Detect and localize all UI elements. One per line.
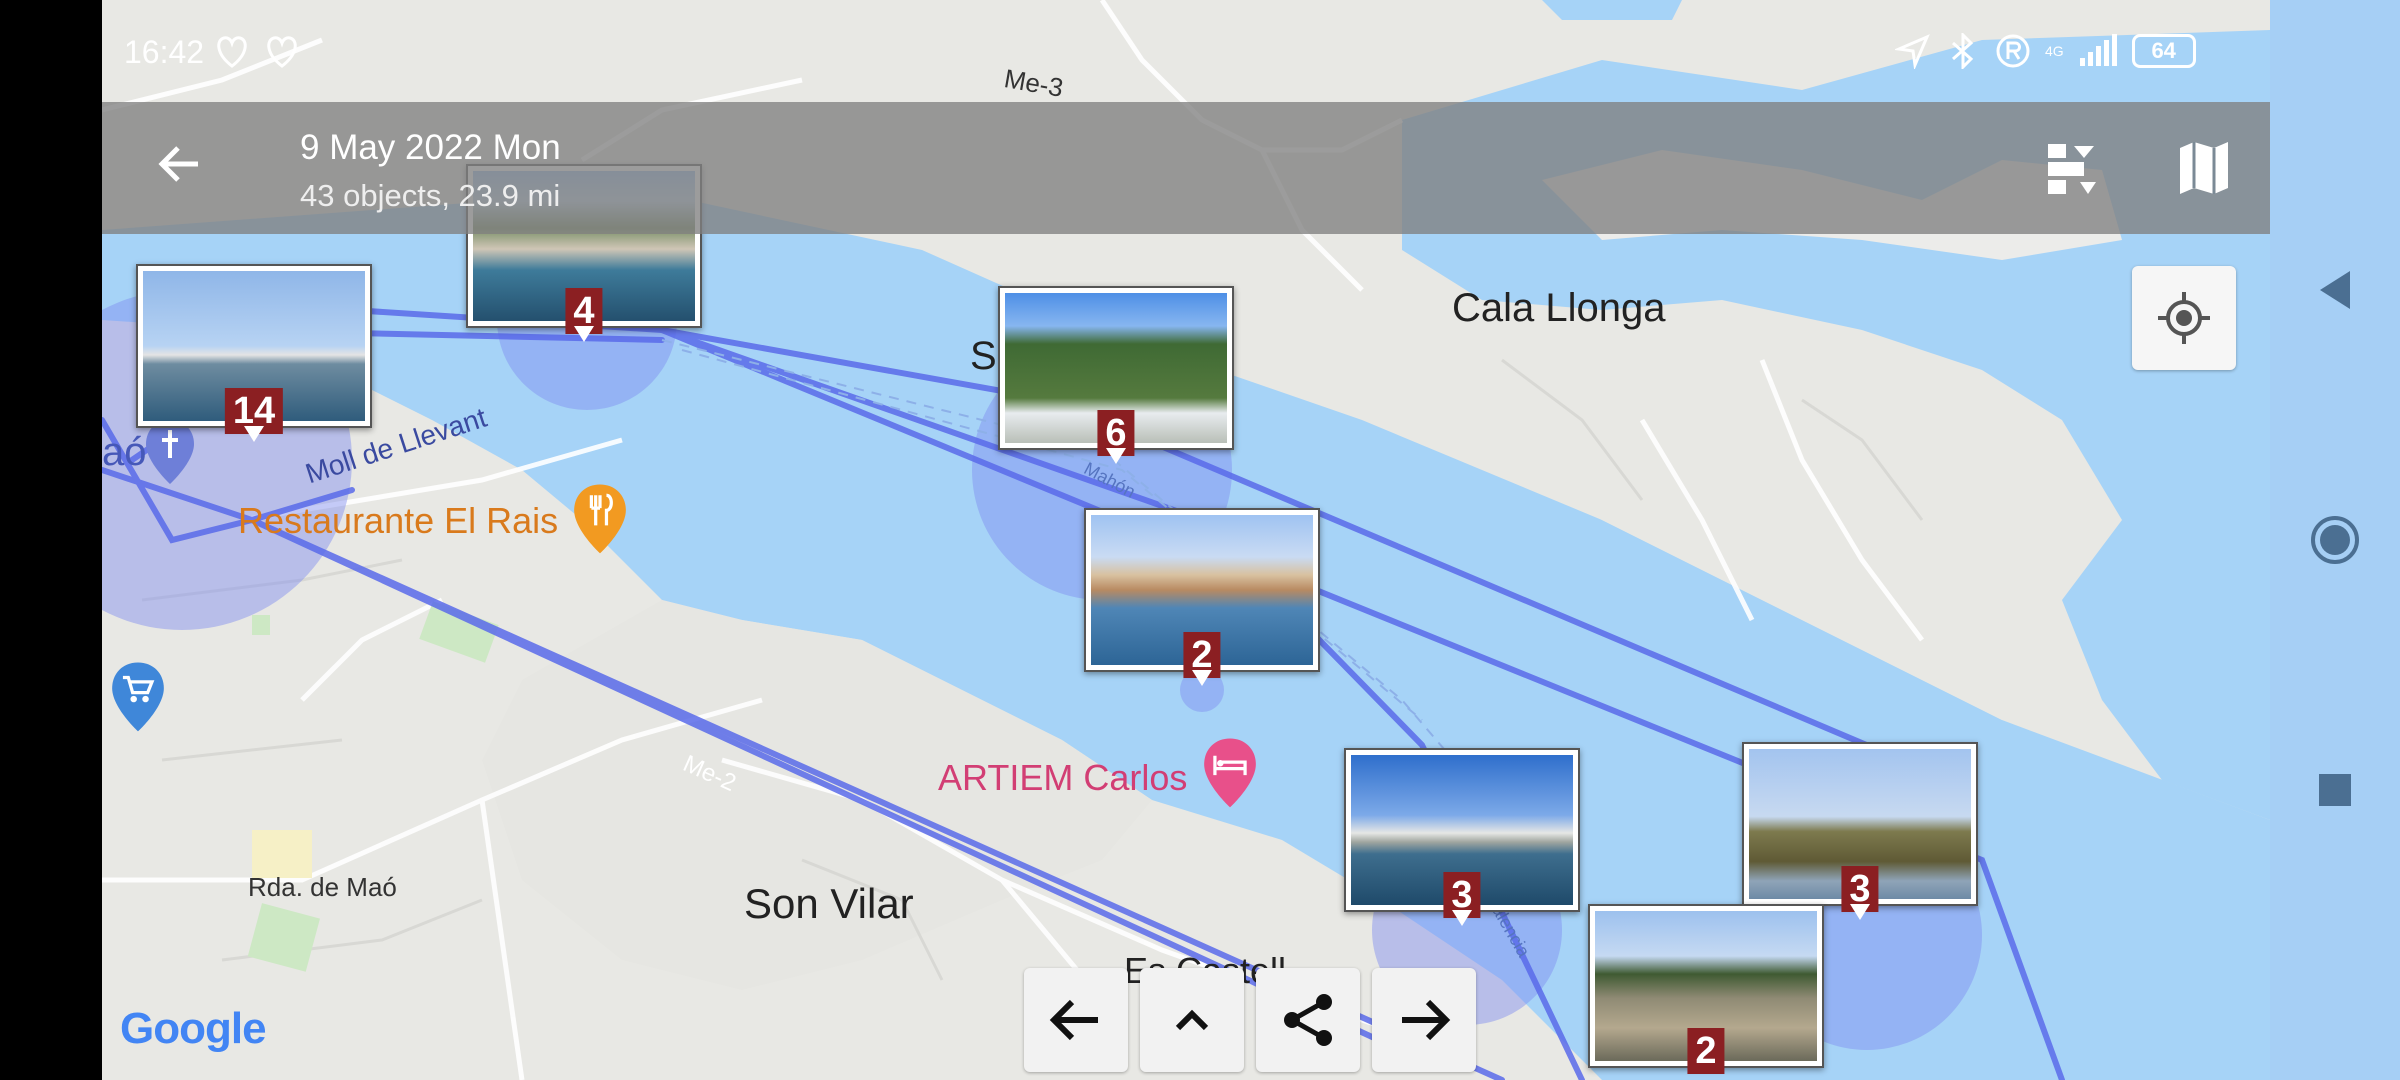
photo-count-badge: 2 xyxy=(1687,1028,1725,1074)
poi-label-artiem: ARTIEM Carlos xyxy=(938,757,1188,798)
photo-marker[interactable]: 3 xyxy=(1344,748,1580,926)
google-logo: Google xyxy=(120,1004,267,1053)
photo-marker[interactable]: 2 xyxy=(1084,508,1320,686)
bluetooth-icon xyxy=(1952,33,1974,69)
nav-back-button[interactable] xyxy=(2270,250,2400,330)
street-label-rda: Rda. de Maó xyxy=(248,872,397,902)
hotel-pin-icon[interactable] xyxy=(1202,734,1258,814)
location-arrow-icon xyxy=(1895,34,1930,69)
nav-recents-button[interactable] xyxy=(2270,750,2400,830)
status-icons: 4G 64 xyxy=(1895,28,2196,74)
arrow-left-icon xyxy=(158,146,198,182)
triangle-back-icon xyxy=(2320,271,2350,309)
share-icon xyxy=(1284,994,1332,1046)
crosshair-icon xyxy=(2158,292,2210,344)
circle-home-icon xyxy=(2311,516,2359,564)
photo-marker[interactable]: 3 xyxy=(1742,742,1978,920)
restaurant-pin-icon[interactable] xyxy=(572,480,628,560)
photo-marker[interactable]: 6 xyxy=(998,286,1234,464)
arrow-right-icon xyxy=(1402,999,1451,1041)
place-label-cala-llonga: Cala Llonga xyxy=(1452,286,1666,330)
expand-button[interactable] xyxy=(1140,968,1244,1072)
toolbar-title: 9 May 2022 Mon xyxy=(300,128,561,167)
network-type: 4G xyxy=(2045,43,2064,59)
place-label-mao: aó xyxy=(102,430,147,474)
toolbar-subtitle: 43 objects, 23.9 mi xyxy=(300,178,561,213)
status-time: 16:42 xyxy=(124,34,205,70)
left-black-bar xyxy=(0,0,102,1080)
square-recents-icon xyxy=(2319,774,2351,806)
back-button[interactable] xyxy=(150,134,210,194)
view-list-button[interactable] xyxy=(2040,136,2104,200)
nav-home-button[interactable] xyxy=(2270,500,2400,580)
system-navigation-bar xyxy=(2270,0,2400,1080)
previous-button[interactable] xyxy=(1024,968,1128,1072)
map-type-button[interactable] xyxy=(2172,136,2236,200)
arrow-left-icon xyxy=(1049,999,1098,1041)
health-icon xyxy=(214,34,250,68)
health-icon xyxy=(264,34,300,68)
my-location-button[interactable] xyxy=(2132,266,2236,370)
photo-marker[interactable]: 14 xyxy=(136,264,372,442)
chevron-up-icon xyxy=(1175,1009,1209,1031)
top-toolbar xyxy=(102,102,2270,234)
church-pin-icon[interactable] xyxy=(144,418,196,488)
map-icon xyxy=(2180,142,2228,194)
place-label-partial: S xyxy=(970,334,997,378)
signal-icon xyxy=(2079,34,2117,66)
place-label-son-vilar: Son Vilar xyxy=(744,880,914,927)
share-button[interactable] xyxy=(1256,968,1360,1072)
shopping-pin-icon[interactable] xyxy=(110,658,166,738)
list-sort-icon xyxy=(2048,144,2096,194)
battery-indicator: 64 xyxy=(2131,34,2196,68)
poi-label-restaurant: Restaurante El Rais xyxy=(238,500,559,541)
registered-icon xyxy=(1996,34,2030,68)
photo-marker[interactable]: 2 xyxy=(1588,904,1824,1074)
next-button[interactable] xyxy=(1372,968,1476,1072)
